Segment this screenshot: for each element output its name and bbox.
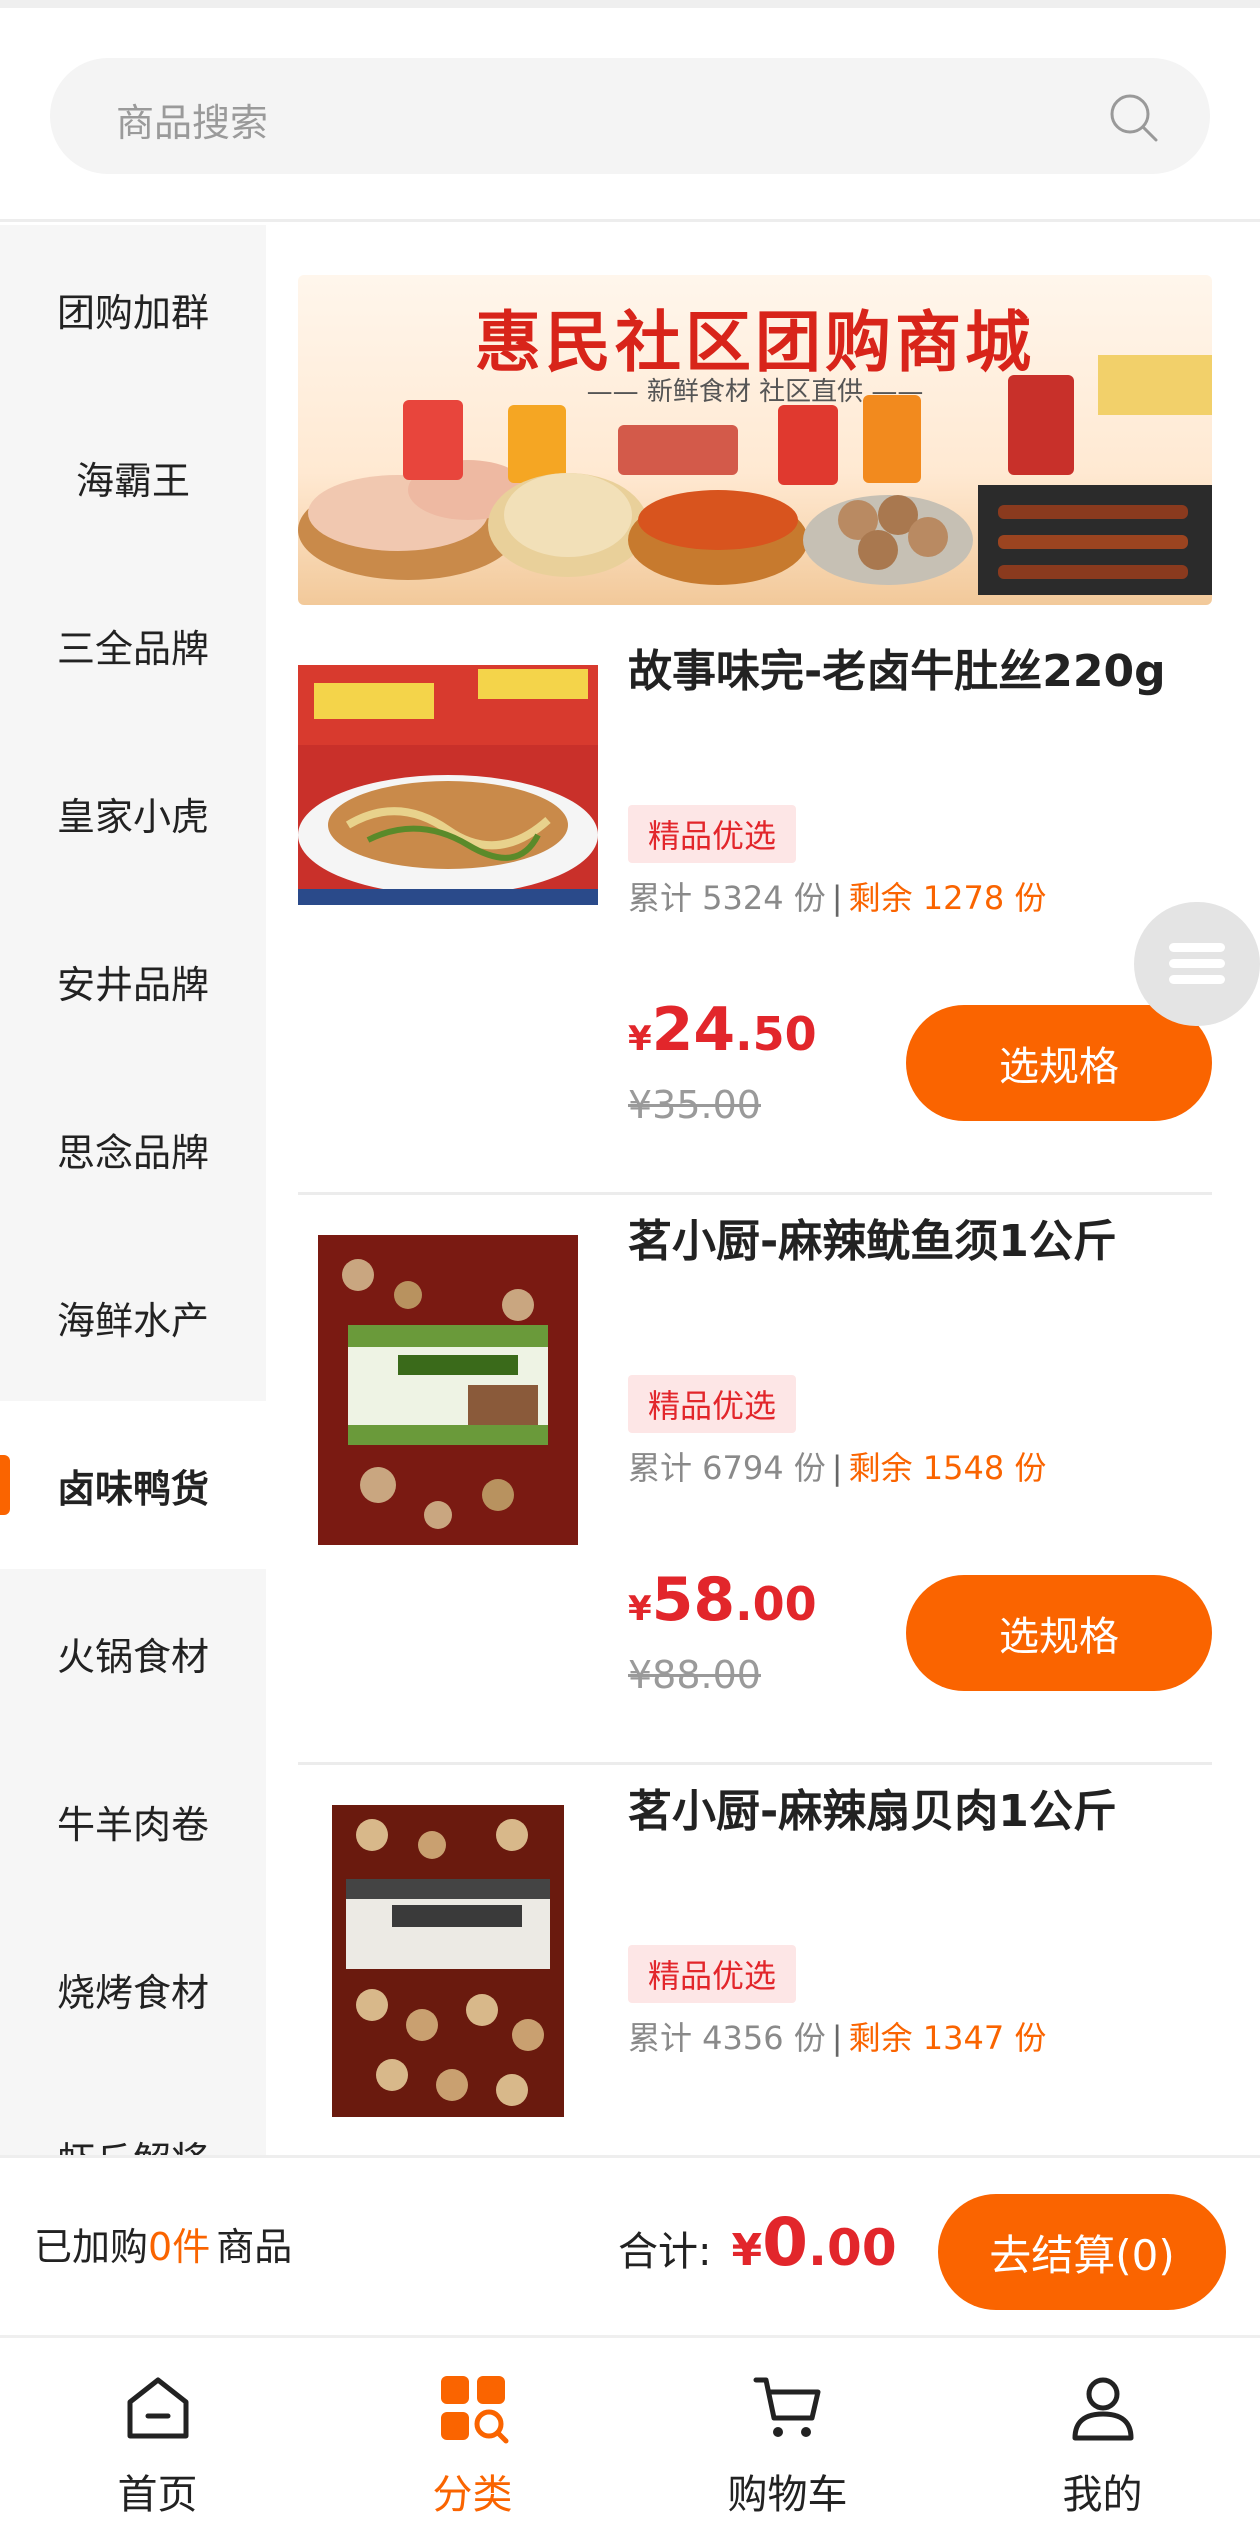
price-currency: ¥ bbox=[628, 1019, 652, 1059]
sidebar-item-label: 虾丘解将 bbox=[57, 2130, 209, 2156]
added-prefix: 已加购 bbox=[34, 2225, 149, 2269]
select-spec-button[interactable]: 选规格 bbox=[906, 1005, 1212, 1121]
sidebar-item-beef-lamb[interactable]: 牛羊肉卷 bbox=[0, 1737, 266, 1905]
total-decimal: .00 bbox=[808, 2219, 897, 2277]
sidebar-item-label: 火锅食材 bbox=[56, 1634, 209, 1679]
product-name: 茗小厨-麻辣鱿鱼须1公斤 bbox=[628, 1216, 1117, 1267]
cart-added-count: 已加购0件 商品 bbox=[34, 2216, 292, 2271]
sidebar-item-luwei[interactable]: 卤味鸭货 bbox=[0, 1401, 266, 1569]
stats-divider: | bbox=[831, 1449, 843, 1487]
tab-home[interactable]: 首页 bbox=[0, 2338, 315, 2532]
product-tag: 精品优选 bbox=[628, 1375, 797, 1433]
cart-total: 合计: ¥0.00 bbox=[618, 2204, 897, 2281]
product-stats: 累计 4356 份 | 剩余 1347 份 bbox=[628, 2013, 1046, 2059]
tab-cart[interactable]: 购物车 bbox=[630, 2338, 945, 2532]
active-indicator bbox=[0, 1455, 10, 1515]
category-sidebar: 团购加群 海霸王 三全品牌 皇家小虎 安井品牌 思念品牌 海鲜水产 卤味鸭货 火… bbox=[0, 225, 266, 2155]
floating-menu-button[interactable] bbox=[1134, 902, 1260, 1026]
price-integer: 24 bbox=[651, 995, 736, 1065]
sidebar-item-huangjia[interactable]: 皇家小虎 bbox=[0, 729, 266, 897]
product-image-scallop bbox=[332, 1805, 564, 2117]
sidebar-item-anjing[interactable]: 安井品牌 bbox=[0, 897, 266, 1065]
sidebar-item-label: 安井品牌 bbox=[56, 962, 209, 1007]
tab-label: 分类 bbox=[432, 2472, 513, 2518]
product-stats: 累计 6794 份 | 剩余 1548 份 bbox=[628, 1443, 1046, 1489]
search-icon[interactable] bbox=[1106, 90, 1160, 144]
product-card[interactable]: 故事味完-老卤牛肚丝220g 精品优选 累计 5324 份 | 剩余 1278 份 … bbox=[298, 625, 1212, 1195]
sidebar-item-label: 团购加群 bbox=[56, 290, 209, 335]
product-name: 茗小厨-麻辣扇贝肉1公斤 bbox=[628, 1786, 1117, 1837]
remain-count: 剩余 1548 份 bbox=[848, 1449, 1047, 1487]
total-integer: 0 bbox=[762, 2204, 809, 2281]
total-currency: ¥ bbox=[731, 2225, 763, 2276]
sidebar-item-hotpot[interactable]: 火锅食材 bbox=[0, 1569, 266, 1737]
bottom-tabbar: 首页 分类 购物车 我的 bbox=[0, 2335, 1260, 2532]
select-spec-button[interactable]: 选规格 bbox=[906, 1575, 1212, 1691]
status-strip bbox=[0, 0, 1260, 8]
product-image-squid bbox=[318, 1235, 578, 1545]
sidebar-item-label: 三全品牌 bbox=[56, 626, 209, 671]
promo-banner[interactable]: 惠民社区团购商城 —— 新鲜食材 社区直供 —— bbox=[298, 275, 1212, 605]
checkout-button[interactable]: 去结算(0) bbox=[938, 2194, 1226, 2310]
product-tag: 精品优选 bbox=[628, 1945, 797, 2003]
sidebar-item-label: 牛羊肉卷 bbox=[56, 1802, 209, 1847]
product-tag: 精品优选 bbox=[628, 805, 797, 863]
sold-count: 累计 5324 份 bbox=[628, 879, 826, 917]
product-image-beef-tripe bbox=[298, 665, 598, 905]
sidebar-item-bbq[interactable]: 烧烤食材 bbox=[0, 1905, 266, 2073]
product-list: 惠民社区团购商城 —— 新鲜食材 社区直供 —— 故事味完-老卤牛肚丝220g … bbox=[266, 225, 1260, 2155]
sold-count: 累计 4356 份 bbox=[628, 2019, 826, 2057]
product-stats: 累计 5324 份 | 剩余 1278 份 bbox=[628, 873, 1046, 919]
sidebar-item-label: 思念品牌 bbox=[56, 1130, 209, 1175]
tab-profile[interactable]: 我的 bbox=[945, 2338, 1260, 2532]
user-icon bbox=[1072, 2377, 1134, 2441]
home-icon bbox=[127, 2377, 189, 2439]
cart-summary-bar: 已加购0件 商品 合计: ¥0.00 去结算(0) bbox=[0, 2155, 1260, 2335]
sidebar-item-sanquan[interactable]: 三全品牌 bbox=[0, 561, 266, 729]
total-amount: ¥0.00 bbox=[731, 2204, 896, 2281]
original-price: ¥35.00 bbox=[628, 1083, 761, 1127]
tab-label: 我的 bbox=[1062, 2472, 1143, 2518]
search-placeholder: 商品搜索 bbox=[116, 101, 269, 145]
added-count: 0件 bbox=[148, 2225, 211, 2269]
price-integer: 58 bbox=[651, 1565, 736, 1635]
product-name: 故事味完-老卤牛肚丝220g bbox=[628, 646, 1166, 697]
sidebar-item-sinian[interactable]: 思念品牌 bbox=[0, 1065, 266, 1233]
remain-count: 剩余 1347 份 bbox=[848, 2019, 1047, 2057]
price-decimal: .00 bbox=[735, 1577, 817, 1631]
tab-category[interactable]: 分类 bbox=[315, 2338, 630, 2532]
product-price: ¥58.00 bbox=[628, 1565, 817, 1635]
sidebar-item-label: 卤味鸭货 bbox=[56, 1466, 209, 1511]
cart-icon bbox=[753, 2377, 821, 2437]
total-label: 合计: bbox=[618, 2229, 712, 2275]
product-card[interactable]: 茗小厨-麻辣鱿鱼须1公斤 精品优选 累计 6794 份 | 剩余 1548 份 ¥5… bbox=[298, 1195, 1212, 1765]
price-decimal: .50 bbox=[735, 1007, 817, 1061]
sidebar-item-shrimp[interactable]: 虾丘解将 bbox=[0, 2073, 266, 2156]
sold-count: 累计 6794 份 bbox=[628, 1449, 826, 1487]
remain-count: 剩余 1278 份 bbox=[848, 879, 1047, 917]
price-currency: ¥ bbox=[628, 1589, 652, 1629]
added-suffix: 商品 bbox=[216, 2225, 293, 2269]
sidebar-item-seafood[interactable]: 海鲜水产 bbox=[0, 1233, 266, 1401]
sidebar-item-label: 海鲜水产 bbox=[56, 1298, 209, 1343]
product-card[interactable]: 茗小厨-麻辣扇贝肉1公斤 精品优选 累计 4356 份 | 剩余 1347 份 bbox=[298, 1765, 1212, 2155]
sidebar-item-label: 海霸王 bbox=[75, 458, 190, 503]
sidebar-item-tuangou[interactable]: 团购加群 bbox=[0, 225, 266, 393]
category-icon bbox=[441, 2376, 509, 2444]
banner-food-image bbox=[298, 355, 1212, 595]
tab-label: 首页 bbox=[117, 2472, 198, 2518]
tab-label: 购物车 bbox=[727, 2472, 848, 2518]
sidebar-item-label: 烧烤食材 bbox=[56, 1970, 209, 2015]
product-price: ¥24.50 bbox=[628, 995, 817, 1065]
stats-divider: | bbox=[831, 2019, 843, 2057]
original-price: ¥88.00 bbox=[628, 1653, 761, 1697]
stats-divider: | bbox=[831, 879, 843, 917]
sidebar-item-haibawang[interactable]: 海霸王 bbox=[0, 393, 266, 561]
menu-icon bbox=[1169, 943, 1225, 984]
search-input[interactable]: 商品搜索 bbox=[50, 58, 1210, 174]
sidebar-item-label: 皇家小虎 bbox=[56, 794, 209, 839]
search-header: 商品搜索 bbox=[0, 8, 1260, 222]
